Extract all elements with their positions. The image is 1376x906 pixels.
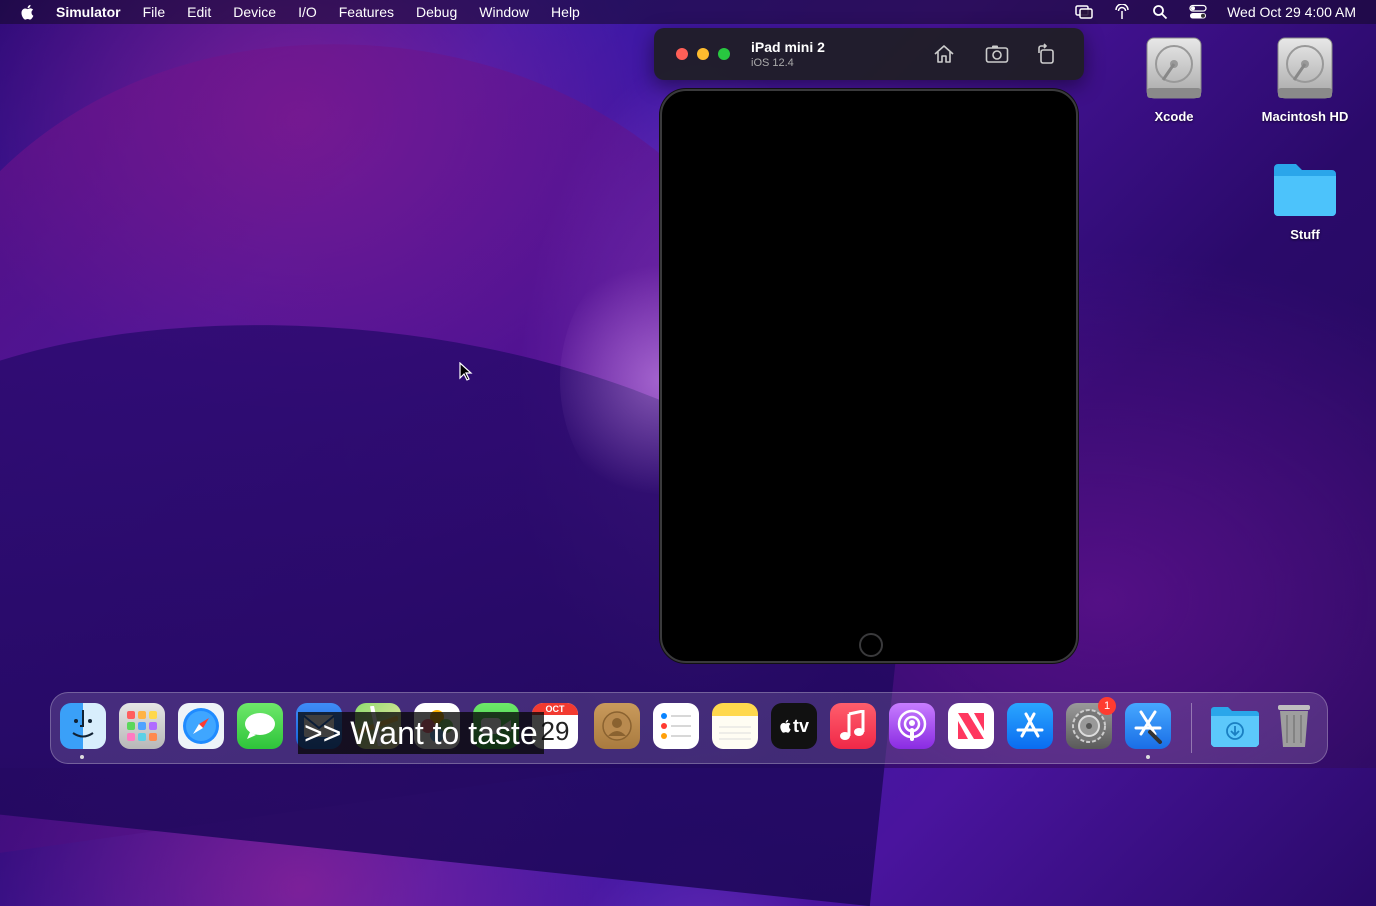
spotlight-search-icon[interactable] [1151,4,1169,20]
desktop-icon-macintosh-hd[interactable]: Macintosh HD [1250,36,1360,124]
menu-features[interactable]: Features [339,4,394,20]
video-caption: >> Want to taste [298,712,544,754]
maximize-window-button[interactable] [718,48,730,60]
ipad-home-button[interactable] [859,633,883,657]
desktop-icon-label: Stuff [1290,227,1320,242]
status-area: Wed Oct 29 4:00 AM [1075,0,1356,24]
dock-running-indicator [1146,755,1150,759]
home-button[interactable] [932,42,956,66]
dock-running-indicator [80,755,84,759]
airdrop-icon[interactable] [1113,4,1131,20]
dock-launchpad-icon[interactable] [119,703,165,749]
dock-podcasts-icon[interactable] [889,703,935,749]
desktop-icon-stuff[interactable]: Stuff [1250,160,1360,242]
desktop-icon-label: Xcode [1154,109,1194,124]
dock-contacts-icon[interactable] [594,703,640,749]
screen-mirroring-icon[interactable] [1075,4,1093,20]
menu-app-name[interactable]: Simulator [56,4,121,20]
control-center-icon[interactable] [1189,4,1207,20]
menu-edit[interactable]: Edit [187,4,211,20]
tv-label: tv [792,715,809,736]
desktop-icon-xcode[interactable]: Xcode [1119,36,1229,124]
calendar-day: 29 [540,716,570,746]
menu-debug[interactable]: Debug [416,4,457,20]
dock: OCT 29 tv 1 [50,692,1328,764]
dock-tv-icon[interactable]: tv [771,703,817,749]
desktop-icon-label: Macintosh HD [1261,109,1349,124]
simulator-toolbar: iPad mini 2 iOS 12.4 [654,28,1084,80]
camera-icon [985,45,1009,63]
device-name: iPad mini 2 [751,39,825,55]
menu-io[interactable]: I/O [298,4,317,20]
screenshot-button[interactable] [985,42,1009,66]
dock-reminders-icon[interactable] [653,703,699,749]
mouse-cursor-icon [459,362,473,381]
apple-logo-icon [780,719,791,733]
hard-drive-icon [1146,37,1202,99]
ipad-simulator-screen[interactable] [660,89,1078,663]
dock-safari-icon[interactable] [178,703,224,749]
menu-clock[interactable]: Wed Oct 29 4:00 AM [1227,4,1356,20]
folder-icon [1274,164,1336,216]
dock-trash-icon[interactable] [1271,703,1317,749]
dock-separator [1191,703,1192,753]
os-version: iOS 12.4 [751,57,794,69]
apple-menu-icon[interactable] [20,4,36,20]
dock-downloads-folder-icon[interactable] [1209,703,1261,749]
rotate-icon [1038,43,1054,64]
close-window-button[interactable] [676,48,688,60]
dock-messages-icon[interactable] [237,703,283,749]
hard-drive-icon [1277,37,1333,99]
rotate-button[interactable] [1034,42,1058,66]
menu-bar: Simulator File Edit Device I/O Features … [0,0,1376,24]
dock-finder-icon[interactable] [60,703,106,749]
home-icon [934,45,954,63]
dock-xcode-icon[interactable] [1125,703,1171,749]
menu-help[interactable]: Help [551,4,580,20]
menu-file[interactable]: File [143,4,166,20]
minimize-window-button[interactable] [697,48,709,60]
dock-notes-icon[interactable] [712,703,758,749]
notification-badge: 1 [1098,697,1116,715]
menu-window[interactable]: Window [479,4,529,20]
dock-music-icon[interactable] [830,703,876,749]
dock-app-store-icon[interactable] [1007,703,1053,749]
dock-news-icon[interactable] [948,703,994,749]
menu-device[interactable]: Device [233,4,276,20]
